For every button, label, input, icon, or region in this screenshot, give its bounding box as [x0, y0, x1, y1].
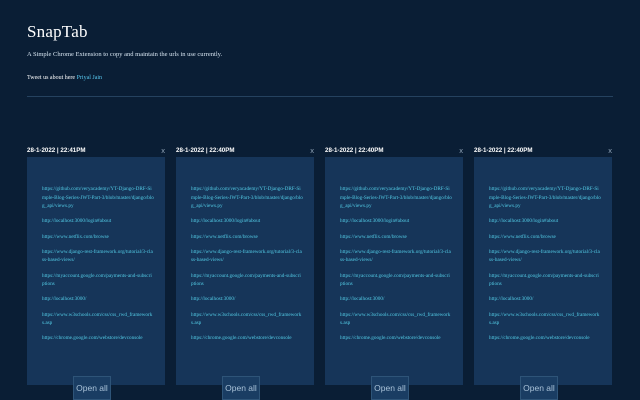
url-link[interactable]: https://www.django-rest-framework.org/tu…	[191, 248, 303, 265]
url-list: https://github.com/veryacademy/YT-Django…	[191, 185, 303, 349]
url-link[interactable]: https://www.netflix.com/browse	[489, 233, 601, 242]
close-icon[interactable]: x	[459, 146, 463, 155]
url-link[interactable]: https://www.django-rest-framework.org/tu…	[489, 248, 601, 265]
url-link[interactable]: https://www.w3schools.com/css/css_rwd_fr…	[42, 311, 154, 328]
url-link[interactable]: https://www.w3schools.com/css/css_rwd_fr…	[191, 311, 303, 328]
card-date: 28-1-2022 | 22:40PM	[176, 147, 235, 154]
card-header: 28-1-2022 | 22:40PM x	[474, 146, 612, 157]
url-link[interactable]: http://localhost:3000/	[340, 295, 452, 304]
url-link[interactable]: http://localhost:3000/	[191, 295, 303, 304]
card-date: 28-1-2022 | 22:40PM	[325, 147, 384, 154]
app-subtitle: A Simple Chrome Extension to copy and ma…	[27, 51, 223, 58]
snapshot-cards: 28-1-2022 | 22:41PM x https://github.com…	[27, 146, 617, 400]
url-link[interactable]: https://chrome.google.com/webstore/devco…	[489, 334, 601, 343]
close-icon[interactable]: x	[608, 146, 612, 155]
url-link[interactable]: https://www.w3schools.com/css/css_rwd_fr…	[340, 311, 452, 328]
header: SnapTab A Simple Chrome Extension to cop…	[27, 22, 612, 81]
header-divider	[27, 96, 613, 97]
url-link[interactable]: https://github.com/veryacademy/YT-Django…	[489, 185, 601, 211]
url-link[interactable]: http://localhost:3000/login#about	[489, 217, 601, 226]
url-panel: https://github.com/veryacademy/YT-Django…	[176, 157, 314, 385]
close-icon[interactable]: x	[310, 146, 314, 155]
url-link[interactable]: https://www.netflix.com/browse	[340, 233, 452, 242]
app-title: SnapTab	[27, 22, 88, 41]
open-all-button[interactable]: Open all	[520, 376, 558, 400]
url-link[interactable]: https://myaccount.google.com/payments-an…	[340, 272, 452, 289]
url-link[interactable]: https://www.netflix.com/browse	[42, 233, 154, 242]
card-date: 28-1-2022 | 22:41PM	[27, 147, 86, 154]
url-link[interactable]: https://www.django-rest-framework.org/tu…	[42, 248, 154, 265]
url-link[interactable]: https://github.com/veryacademy/YT-Django…	[42, 185, 154, 211]
card-date: 28-1-2022 | 22:40PM	[474, 147, 533, 154]
open-all-button[interactable]: Open all	[222, 376, 260, 400]
url-list: https://github.com/veryacademy/YT-Django…	[340, 185, 452, 349]
tweet-author-link[interactable]: Priyal Jain	[77, 75, 103, 81]
snapshot-card: 28-1-2022 | 22:41PM x https://github.com…	[27, 146, 165, 400]
url-link[interactable]: http://localhost:3000/	[42, 295, 154, 304]
card-header: 28-1-2022 | 22:40PM x	[325, 146, 463, 157]
url-link[interactable]: http://localhost:3000/login#about	[191, 217, 303, 226]
card-header: 28-1-2022 | 22:40PM x	[176, 146, 314, 157]
url-link[interactable]: https://www.netflix.com/browse	[191, 233, 303, 242]
open-all-button[interactable]: Open all	[73, 376, 111, 400]
tweet-line: Tweet us about here Priyal Jain	[27, 75, 612, 81]
url-link[interactable]: http://localhost:3000/login#about	[340, 217, 452, 226]
url-link[interactable]: https://myaccount.google.com/payments-an…	[191, 272, 303, 289]
url-panel: https://github.com/veryacademy/YT-Django…	[474, 157, 612, 385]
url-link[interactable]: https://github.com/veryacademy/YT-Django…	[340, 185, 452, 211]
url-link[interactable]: https://www.w3schools.com/css/css_rwd_fr…	[489, 311, 601, 328]
url-list: https://github.com/veryacademy/YT-Django…	[42, 185, 154, 349]
url-link[interactable]: https://chrome.google.com/webstore/devco…	[340, 334, 452, 343]
url-link[interactable]: http://localhost:3000/login#about	[42, 217, 154, 226]
snapshot-card: 28-1-2022 | 22:40PM x https://github.com…	[474, 146, 612, 400]
open-all-button[interactable]: Open all	[371, 376, 409, 400]
tweet-prefix: Tweet us about here	[27, 75, 76, 81]
snapshot-card: 28-1-2022 | 22:40PM x https://github.com…	[176, 146, 314, 400]
url-link[interactable]: https://myaccount.google.com/payments-an…	[489, 272, 601, 289]
url-link[interactable]: http://localhost:3000/	[489, 295, 601, 304]
url-link[interactable]: https://chrome.google.com/webstore/devco…	[42, 334, 154, 343]
url-link[interactable]: https://www.django-rest-framework.org/tu…	[340, 248, 452, 265]
url-list: https://github.com/veryacademy/YT-Django…	[489, 185, 601, 349]
url-panel: https://github.com/veryacademy/YT-Django…	[27, 157, 165, 385]
card-header: 28-1-2022 | 22:41PM x	[27, 146, 165, 157]
snapshot-card: 28-1-2022 | 22:40PM x https://github.com…	[325, 146, 463, 400]
url-link[interactable]: https://chrome.google.com/webstore/devco…	[191, 334, 303, 343]
url-panel: https://github.com/veryacademy/YT-Django…	[325, 157, 463, 385]
url-link[interactable]: https://github.com/veryacademy/YT-Django…	[191, 185, 303, 211]
close-icon[interactable]: x	[161, 146, 165, 155]
url-link[interactable]: https://myaccount.google.com/payments-an…	[42, 272, 154, 289]
